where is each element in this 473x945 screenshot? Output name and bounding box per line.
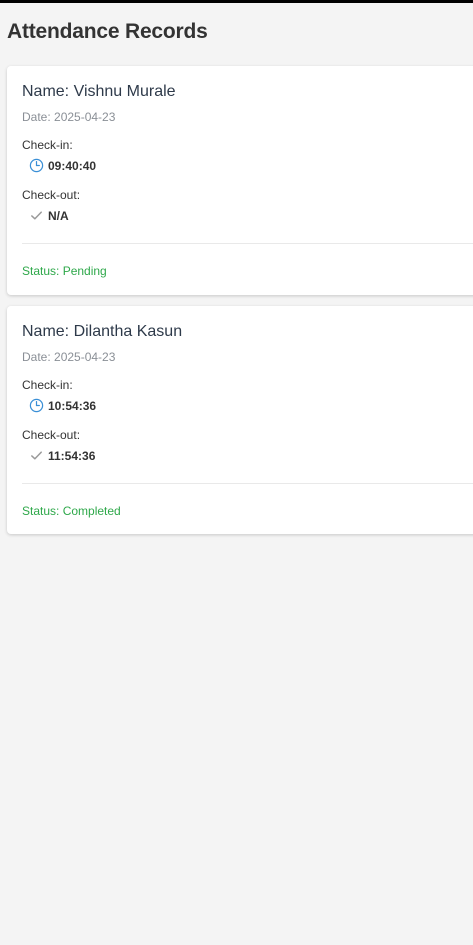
employee-name: Name: Vishnu Murale	[22, 83, 176, 100]
checkout-time: 11:54:36	[48, 448, 96, 463]
checkin-row: 10:54:36	[29, 398, 96, 413]
status-text: Status: Completed	[22, 504, 121, 518]
checkout-label: Check-out:	[22, 188, 81, 202]
checkout-row: N/A	[29, 208, 69, 223]
checkin-time: 10:54:36	[48, 398, 97, 413]
checkout-time: N/A	[48, 208, 69, 223]
check-icon	[31, 211, 42, 220]
checkin-time: 09:40:40	[48, 158, 97, 173]
record-date: Date: 2025-04-23	[22, 350, 116, 364]
checkin-row: 09:40:40	[29, 158, 96, 173]
top-status-bar	[0, 0, 473, 3]
card-divider	[22, 243, 473, 244]
card-divider	[22, 483, 473, 484]
employee-name: Name: Dilantha Kasun	[22, 323, 183, 340]
checkout-label: Check-out:	[22, 428, 81, 442]
attendance-card[interactable]: Name: Vishnu Murale Date: 2025-04-23 Che…	[7, 66, 473, 295]
checkin-label: Check-in:	[22, 378, 73, 392]
page-title: Attendance Records	[7, 20, 208, 43]
attendance-card[interactable]: Name: Dilantha Kasun Date: 2025-04-23 Ch…	[7, 306, 473, 534]
status-text: Status: Pending	[22, 264, 107, 278]
record-date: Date: 2025-04-23	[22, 110, 116, 124]
clock-icon	[29, 158, 44, 173]
clock-icon	[29, 398, 44, 413]
checkout-row: 11:54:36	[29, 448, 95, 463]
checkin-label: Check-in:	[22, 138, 73, 152]
check-icon	[31, 451, 42, 460]
